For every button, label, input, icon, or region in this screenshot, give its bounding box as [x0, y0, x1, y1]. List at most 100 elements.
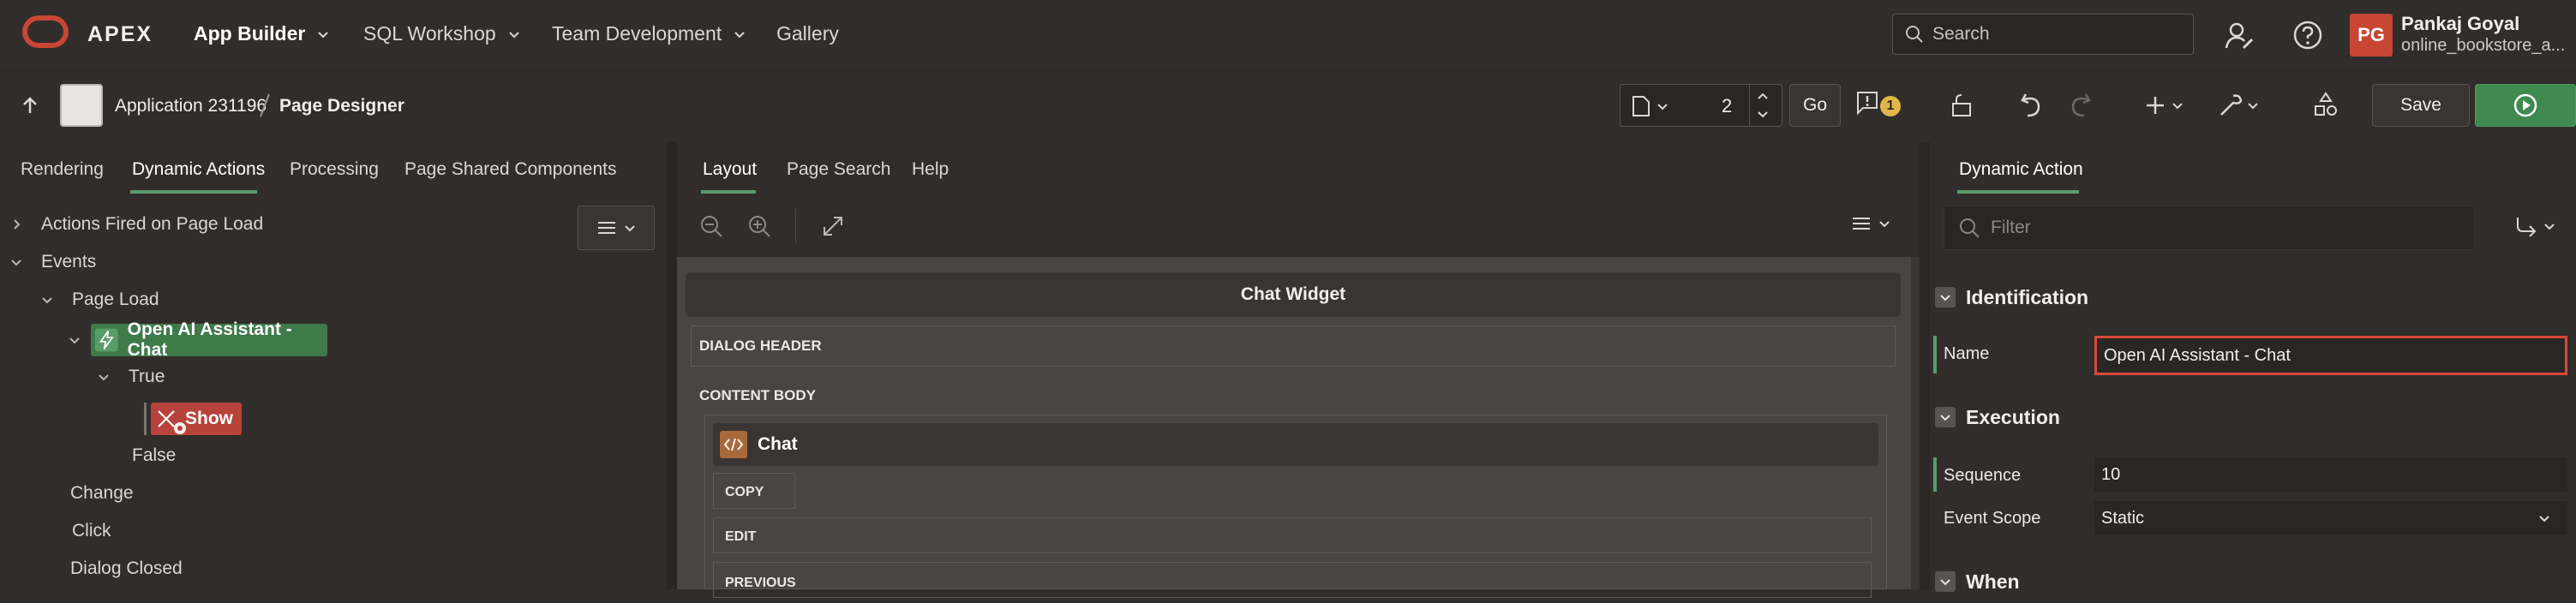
nav-gallery[interactable]: Gallery — [776, 22, 839, 45]
warning-count-badge: 1 — [1880, 96, 1901, 116]
tab-dynamic-actions[interactable]: Dynamic Actions — [132, 159, 265, 180]
expand-icon[interactable] — [821, 214, 845, 238]
nav-gallery-label: Gallery — [776, 22, 839, 45]
global-search-input[interactable]: Search — [1892, 14, 2194, 55]
chevron-down-icon[interactable] — [2172, 99, 2184, 111]
nav-app-builder[interactable]: App Builder — [194, 22, 329, 45]
application-icon[interactable] — [60, 84, 103, 127]
zoom-in-icon[interactable] — [747, 214, 771, 238]
code-icon — [720, 431, 747, 458]
group-execution-label: Execution — [1966, 405, 2060, 428]
chevron-down-icon — [1657, 104, 1668, 110]
save-button[interactable]: Save — [2372, 84, 2470, 127]
run-page-button[interactable] — [2475, 84, 2576, 127]
search-placeholder: Search — [1932, 24, 1990, 44]
breadcrumb-application[interactable]: Application 231196 — [115, 96, 267, 116]
page-warning-icon[interactable] — [1856, 91, 1878, 118]
nav-app-builder-label: App Builder — [194, 22, 306, 45]
chevron-down-icon — [2539, 516, 2549, 522]
menu-lines-icon — [1853, 218, 1870, 230]
chevron-down-icon[interactable] — [41, 294, 53, 306]
tree-menu-button[interactable] — [578, 206, 655, 250]
tab-layout[interactable]: Layout — [703, 159, 757, 180]
tab-page-shared-components[interactable]: Page Shared Components — [404, 159, 617, 180]
brand-label[interactable]: APEX — [87, 22, 153, 47]
pane-splitter-left[interactable] — [667, 142, 677, 589]
pane-splitter-right[interactable] — [1920, 142, 1930, 589]
tree-label-actions-fired: Actions Fired on Page Load — [41, 214, 264, 234]
group-identification[interactable]: Identification — [1935, 276, 2088, 319]
prop-sequence-field[interactable]: 10 — [2094, 457, 2567, 492]
tree-label-true: True — [129, 367, 165, 386]
lock-page-icon[interactable] — [1949, 93, 1974, 118]
nav-team-development-label: Team Development — [552, 22, 722, 45]
group-execution[interactable]: Execution — [1935, 396, 2060, 439]
stepper-up-icon[interactable] — [1756, 90, 1770, 102]
chevron-down-icon[interactable] — [2247, 99, 2259, 111]
page-number-input[interactable]: 2 — [1722, 95, 1732, 117]
arrow-up-icon[interactable] — [21, 96, 39, 115]
prop-name-field[interactable]: Open AI Assistant - Chat — [2094, 336, 2567, 375]
tab-help[interactable]: Help — [912, 159, 949, 180]
region-chat[interactable]: Chat — [713, 423, 1878, 466]
oracle-logo-icon[interactable] — [22, 15, 69, 48]
menu-lines-icon — [598, 222, 615, 234]
user-edit-icon[interactable] — [2223, 19, 2257, 53]
workspace-name[interactable]: online_bookstore_a... — [2401, 36, 2565, 56]
user-name[interactable]: Pankaj Goyal — [2401, 13, 2519, 35]
collapse-icon — [1935, 571, 1956, 592]
group-when[interactable]: When — [1935, 560, 2020, 603]
tree-node-change[interactable]: Change — [70, 483, 134, 504]
page-icon — [1632, 96, 1650, 116]
slot-edit[interactable] — [713, 517, 1872, 553]
tab-rendering[interactable]: Rendering — [21, 159, 104, 180]
slot-copy-label: COPY — [725, 485, 764, 499]
tree-label-click: Click — [72, 521, 111, 540]
slot-previous[interactable] — [713, 562, 1872, 598]
undo-icon[interactable] — [2017, 93, 2043, 118]
tree-node-page-load[interactable]: Page Load — [41, 290, 159, 310]
chevron-down-icon — [1879, 221, 1890, 228]
tree-node-actions-fired[interactable]: Actions Fired on Page Load — [10, 214, 263, 235]
tree-node-dialog-closed[interactable]: Dialog Closed — [70, 558, 183, 579]
region-chat-widget[interactable]: Chat Widget — [686, 272, 1901, 317]
tree-node-true[interactable]: True — [98, 367, 165, 387]
prop-event-scope-select[interactable]: Static — [2094, 501, 2567, 535]
layout-scrollbar[interactable] — [1911, 257, 1920, 589]
utilities-wrench-icon[interactable] — [2218, 91, 2245, 118]
breadcrumb-separator-icon — [260, 93, 270, 117]
tab-page-search[interactable]: Page Search — [787, 159, 890, 180]
go-to-group-button[interactable] — [2514, 214, 2555, 238]
chevron-down-icon[interactable] — [10, 256, 22, 268]
avatar[interactable]: PG — [2350, 14, 2393, 57]
tab-dynamic-action[interactable]: Dynamic Action — [1959, 159, 2083, 180]
tab-processing[interactable]: Processing — [290, 159, 379, 180]
filter-input[interactable]: Filter — [1944, 206, 2475, 250]
go-button[interactable]: Go — [1789, 84, 1841, 127]
layout-menu-button[interactable] — [1851, 216, 1890, 231]
zoom-out-icon[interactable] — [699, 214, 723, 238]
shared-components-icon[interactable] — [2312, 91, 2339, 118]
nav-team-development[interactable]: Team Development — [552, 22, 746, 45]
lightning-icon — [94, 328, 118, 352]
nav-sql-workshop[interactable]: SQL Workshop — [363, 22, 520, 45]
dialog-header-zone[interactable] — [691, 325, 1896, 367]
go-to-group-icon — [2517, 218, 2537, 237]
chevron-down-icon[interactable] — [98, 371, 110, 383]
chevron-right-icon[interactable] — [10, 218, 22, 230]
page-selector[interactable]: 2 — [1620, 84, 1782, 127]
tree-label-dialog-closed: Dialog Closed — [70, 558, 183, 578]
drag-handle-icon[interactable] — [173, 421, 187, 435]
tree-node-show-action[interactable]: Show — [151, 403, 242, 435]
nav-sql-workshop-label: SQL Workshop — [363, 22, 496, 45]
create-plus-icon[interactable] — [2144, 94, 2166, 116]
help-icon[interactable] — [2291, 19, 2324, 51]
chevron-down-icon — [625, 225, 635, 232]
redo-icon[interactable] — [2069, 93, 2094, 118]
tree-node-events[interactable]: Events — [10, 252, 96, 272]
tree-node-click[interactable]: Click — [72, 521, 111, 541]
tree-node-dynamic-action[interactable]: Open AI Assistant - Chat — [91, 319, 327, 360]
tree-node-false[interactable]: False — [132, 445, 176, 466]
stepper-down-icon[interactable] — [1756, 109, 1770, 121]
chevron-down-icon[interactable] — [69, 334, 81, 346]
